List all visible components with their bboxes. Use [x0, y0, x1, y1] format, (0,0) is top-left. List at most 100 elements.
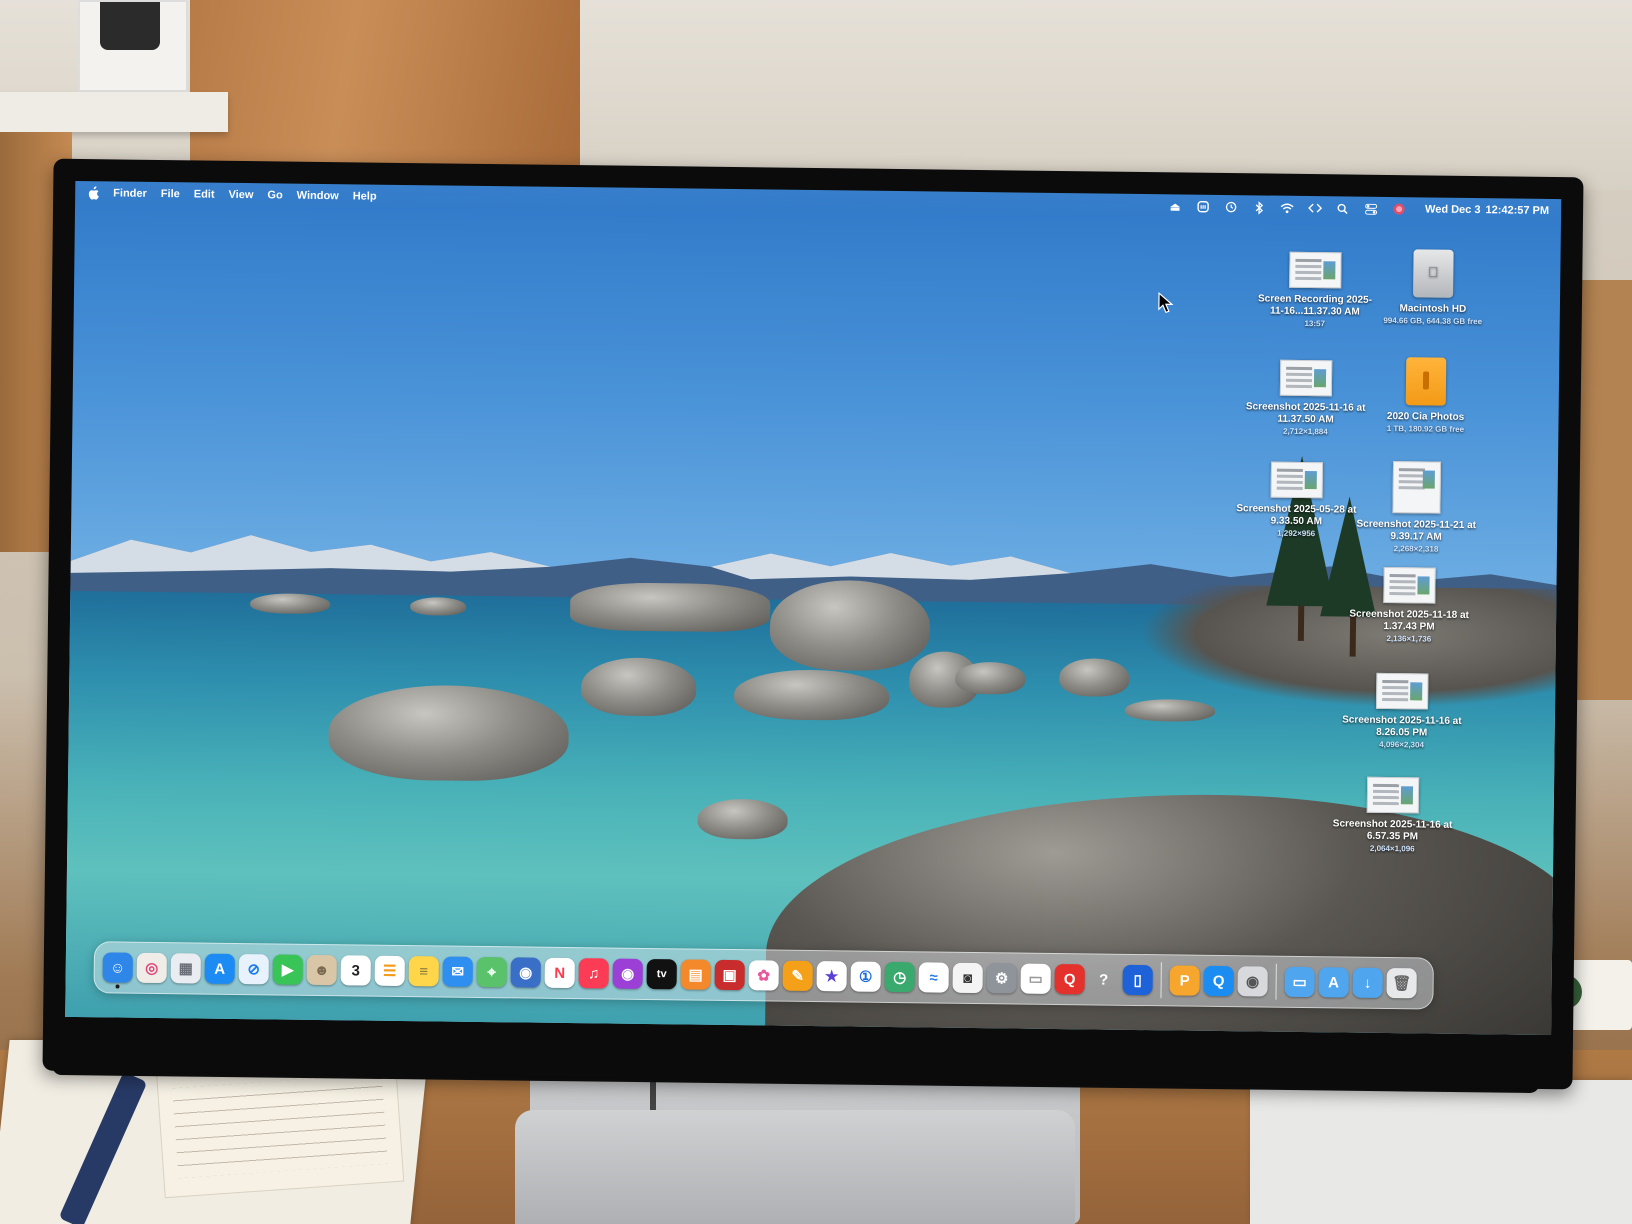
document-thumbnail-icon — [1392, 461, 1442, 514]
desktop-icon-meta: 2,712×1,884 — [1282, 426, 1328, 437]
desktop-icon-name: Screenshot 2025-11-16 at 6.57.35 PM — [1332, 818, 1453, 843]
bluetooth-icon[interactable] — [1252, 200, 1266, 214]
dock-podcasts-icon[interactable]: ◉ — [612, 958, 643, 989]
search-icon[interactable] — [1336, 201, 1350, 215]
running-indicator — [115, 984, 120, 989]
desktop-icon-screenshot[interactable]: Screenshot 2025-05-28 at 9.33.50 AM 1,29… — [1233, 461, 1360, 540]
desktop-icon-name: Screenshot 2025-11-18 at 1.37.43 PM — [1349, 608, 1469, 633]
wallpaper-boulder — [955, 661, 1026, 695]
wallpaper-boulder — [580, 657, 697, 717]
dock-facetime-icon[interactable]: ▶ — [272, 954, 303, 985]
dock-pixelmator-icon[interactable]: P — [1169, 965, 1200, 996]
dock-pages-icon[interactable]: ✎ — [782, 960, 813, 992]
wifi-icon[interactable] — [1280, 201, 1294, 215]
dock-trash-icon[interactable]: 🗑 — [1386, 968, 1417, 999]
wall-picture — [78, 0, 188, 92]
desktop-icon-name: Screenshot 2025-11-21 at 9.39.17 AM — [1356, 518, 1477, 543]
dock-screenshot-icon[interactable]: ◙ — [952, 962, 983, 994]
dock-safari-icon[interactable]: ⊘ — [238, 954, 269, 985]
siri-icon[interactable] — [1392, 202, 1406, 216]
dock-time-machine-icon[interactable]: ◷ — [884, 961, 915, 993]
dock-separator — [1160, 962, 1162, 999]
dock-notes-icon[interactable]: ≡ — [408, 956, 439, 987]
desktop-icon-meta: 13:57 — [1304, 318, 1325, 329]
document-thumbnail-icon — [1376, 672, 1429, 710]
menu-file[interactable]: File — [161, 188, 180, 200]
dock-reminders-icon[interactable]: ☰ — [374, 955, 405, 987]
menu-view[interactable]: View — [228, 189, 253, 201]
dock-contacts-icon[interactable]: ☻ — [306, 954, 337, 986]
menu-help[interactable]: Help — [353, 190, 377, 202]
dock-imovie-icon[interactable]: ★ — [816, 961, 847, 992]
dock-safari-alt-icon[interactable]: ◎ — [136, 952, 167, 984]
dock-mail-icon[interactable]: ✉ — [442, 956, 473, 987]
document-thumbnail-icon — [1366, 776, 1420, 814]
desktop-icon-meta: 994.66 GB, 644.38 GB free — [1383, 315, 1483, 327]
dock-quicktime-icon[interactable]: Q — [1203, 965, 1234, 997]
dock-finder-icon[interactable]: ☺ — [102, 952, 133, 989]
dock-photo-booth-icon[interactable]: ▣ — [714, 959, 745, 991]
external-drive-icon — [1405, 357, 1447, 406]
menubar-clock[interactable]: Wed Dec 3 12:42:57 PM — [1420, 203, 1549, 217]
dock-apple-tv-icon[interactable]: tv — [646, 958, 677, 990]
dock-textedit-icon[interactable]: ▭ — [1020, 963, 1051, 994]
dock-system-settings-icon[interactable]: ⚙ — [986, 963, 1017, 994]
dock-launchpad-icon[interactable]: ▦ — [170, 953, 201, 984]
dock-help-icon[interactable]: ? — [1088, 964, 1118, 994]
wallpaper-boulder — [250, 593, 331, 615]
desktop-icon-external-drive[interactable]: 2020 Cia Photos 1 TB, 180.92 GB free — [1362, 357, 1489, 436]
desktop-icon-name: Screen Recording 2025-11-16...11.37.30 A… — [1257, 293, 1373, 318]
monitor: Finder File Edit View Go Window Help ⏏ W… — [42, 158, 1584, 1090]
dock-disk-utility-icon[interactable]: ◉ — [1237, 966, 1268, 997]
mastodon-icon[interactable] — [1196, 200, 1210, 214]
dock-books-icon[interactable]: ▤ — [680, 959, 711, 990]
dock-photos-icon[interactable]: ✿ — [748, 960, 779, 991]
dock-calendar-icon[interactable]: 3 — [340, 955, 371, 986]
desktop-icon-meta: 2,064×1,096 — [1369, 843, 1415, 854]
menu-edit[interactable]: Edit — [194, 188, 215, 200]
wallpaper-boulder — [1059, 658, 1130, 697]
menu-window[interactable]: Window — [297, 190, 339, 203]
menu-go[interactable]: Go — [267, 189, 282, 201]
dock-applications-folder-icon[interactable]: A — [1318, 967, 1349, 998]
apple-icon[interactable] — [87, 186, 99, 200]
dock-news-icon[interactable]: N — [544, 957, 575, 989]
dock-music-icon[interactable]: ♫ — [578, 958, 609, 989]
dock-mission-icon[interactable]: ◉ — [510, 957, 541, 988]
desktop-icon-meta: 1 TB, 180.92 GB free — [1386, 423, 1465, 434]
eject-icon[interactable]: ⏏ — [1168, 199, 1182, 213]
dock-app-store-icon[interactable]: A — [204, 953, 235, 984]
desktop-icon-screen-recording[interactable]: Screen Recording 2025-11-16...11.37.30 A… — [1252, 251, 1379, 330]
hard-drive-icon — [1413, 249, 1454, 298]
wallpaper-boulder — [733, 669, 890, 721]
document-thumbnail-icon — [1279, 359, 1333, 397]
dock-1password-icon[interactable]: ① — [850, 961, 881, 992]
desktop-icon-screenshot[interactable]: Screenshot 2025-11-16 at 8.26.05 PM 4,09… — [1339, 672, 1466, 751]
dock-quicktime-red-icon[interactable]: Q — [1054, 963, 1085, 995]
dock-downloads-folder-icon[interactable]: ↓ — [1352, 967, 1383, 998]
desktop-icon-screenshot[interactable]: Screenshot 2025-11-21 at 9.39.17 AM 2,26… — [1353, 461, 1480, 556]
desktop-icon-meta: 4,096×2,304 — [1379, 739, 1424, 750]
dock-documents-folder-icon[interactable]: ▭ — [1284, 966, 1315, 998]
wooden-beam — [190, 0, 580, 178]
desktop-icon-screenshot[interactable]: Screenshot 2025-11-16 at 11.37.50 AM 2,7… — [1242, 359, 1369, 438]
desktop-icon-name: Screenshot 2025-11-16 at 8.26.05 PM — [1342, 714, 1462, 739]
desktop-icon-screenshot[interactable]: Screenshot 2025-11-18 at 1.37.43 PM 2,13… — [1346, 566, 1473, 646]
dock-wifi-diagnostics-icon[interactable]: ≈ — [918, 962, 949, 993]
timemachine-icon[interactable] — [1224, 200, 1238, 214]
desktop-icon-name: Screenshot 2025-11-16 at 11.37.50 AM — [1245, 401, 1366, 426]
desktop-icon-meta: 2,268×2,318 — [1393, 544, 1439, 554]
desktop-icon-meta: 2,136×1,736 — [1386, 634, 1432, 644]
desktop-screen: Finder File Edit View Go Window Help ⏏ W… — [65, 180, 1562, 1036]
wallpaper-boulder — [410, 597, 467, 616]
dock-maps-icon[interactable]: ⌖ — [476, 956, 507, 988]
menu-app-name[interactable]: Finder — [113, 187, 147, 199]
clock-time: 12:42:57 PM — [1485, 204, 1550, 217]
code-icon[interactable] — [1308, 201, 1323, 215]
desktop-icon-screenshot[interactable]: Screenshot 2025-11-16 at 6.57.35 PM 2,06… — [1329, 776, 1456, 855]
shelf — [0, 92, 228, 132]
control-center-icon[interactable] — [1364, 202, 1378, 216]
dock-separator — [1275, 963, 1277, 1000]
dock-iphone-mirroring-icon[interactable]: ▯ — [1122, 964, 1153, 996]
desktop-icon-macintosh-hd[interactable]: Macintosh HD 994.66 GB, 644.38 GB free — [1370, 249, 1497, 328]
